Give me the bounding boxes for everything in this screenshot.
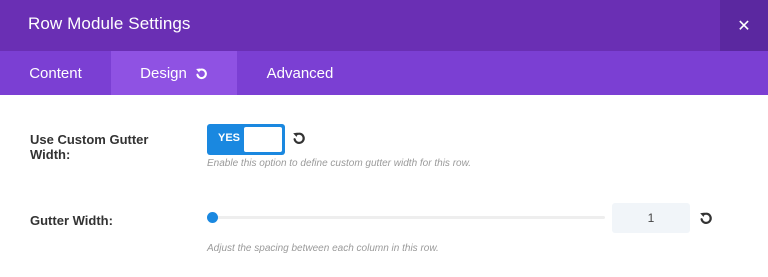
custom-gutter-help: Enable this option to define custom gutt… [207,158,472,169]
gutter-width-label: Gutter Width: [30,213,113,228]
tab-design[interactable]: Design [111,51,237,95]
custom-gutter-toggle[interactable]: YES [207,124,285,155]
slider-thumb[interactable] [206,212,218,223]
tab-bar: Content Design Advanced [0,51,768,95]
modal-title: Row Module Settings [28,14,191,33]
settings-body: Use Custom Gutter Width: YES Enable this… [0,95,768,277]
close-button[interactable]: ✕ [720,0,768,51]
tab-design-label: Design [140,64,187,82]
tab-content-label: Content [29,64,82,82]
gutter-width-slider[interactable] [206,212,605,223]
tab-advanced-label: Advanced [266,64,334,82]
custom-gutter-label: Use Custom Gutter Width: [30,132,149,162]
reset-icon[interactable] [292,131,306,150]
tab-content[interactable]: Content [0,51,111,95]
toggle-state-text: YES [218,132,241,144]
tab-advanced[interactable]: Advanced [237,51,363,95]
reset-icon[interactable] [195,67,208,80]
close-icon: ✕ [737,17,751,35]
gutter-width-help: Adjust the spacing between each column i… [207,243,439,254]
reset-icon[interactable] [699,211,713,230]
modal-header: Row Module Settings ✕ [0,0,768,51]
gutter-width-input[interactable] [612,203,690,233]
toggle-knob [244,127,282,152]
